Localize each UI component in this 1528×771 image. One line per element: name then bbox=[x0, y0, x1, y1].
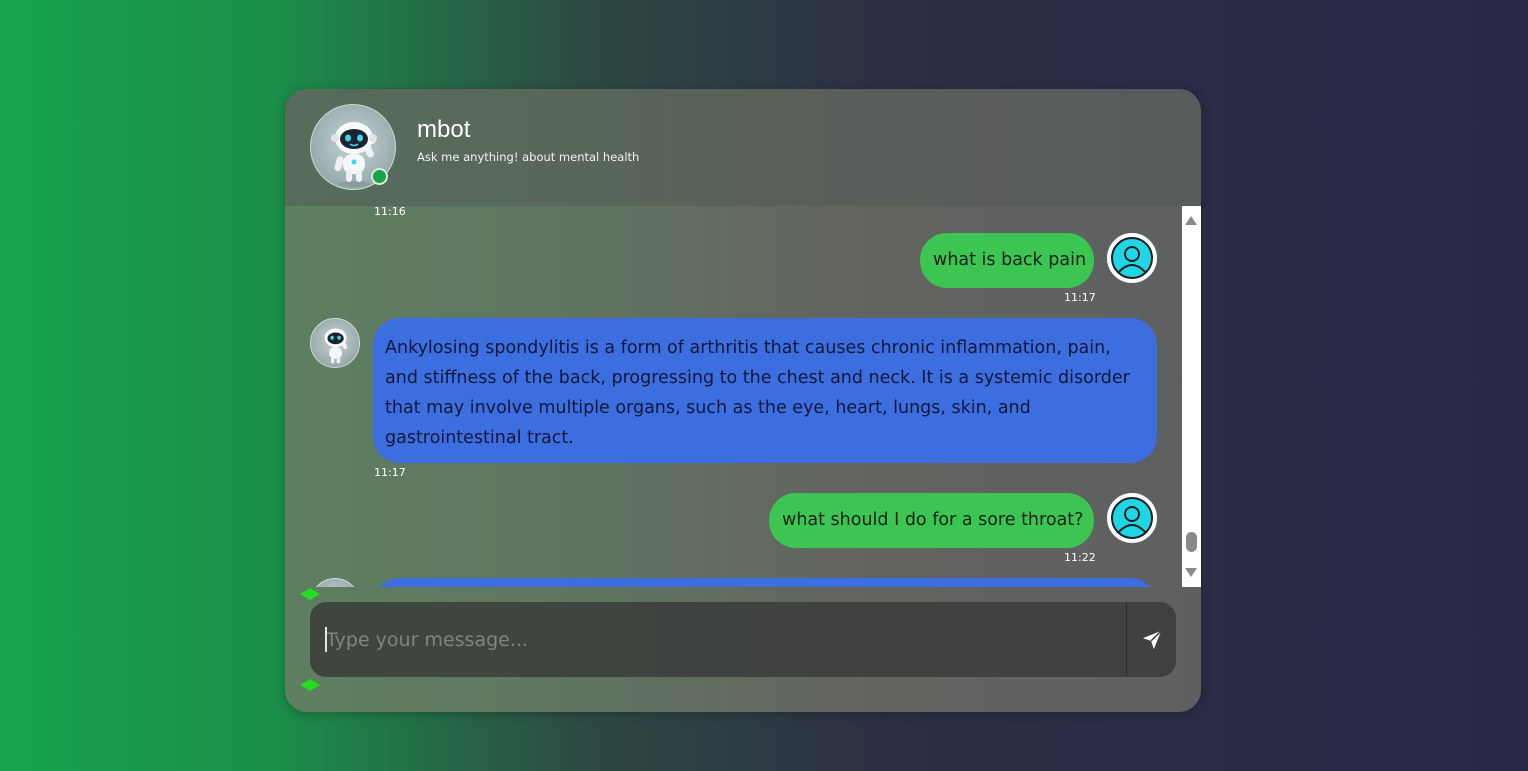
bot-avatar-small bbox=[310, 578, 360, 587]
send-button[interactable] bbox=[1126, 602, 1176, 677]
message-input[interactable] bbox=[310, 602, 1126, 677]
bot-message-partial bbox=[373, 578, 1157, 587]
send-arrow-icon bbox=[1142, 629, 1162, 649]
bot-avatar-small bbox=[310, 318, 360, 368]
user-message: what is back pain bbox=[920, 233, 1094, 288]
scroll-up-arrow-icon[interactable] bbox=[1185, 216, 1197, 225]
message-time: 11:16 bbox=[374, 206, 406, 218]
bot-subtitle: Ask me anything! about mental health bbox=[417, 150, 640, 164]
chat-window: mbot Ask me anything! about mental healt… bbox=[285, 89, 1201, 712]
robot-icon bbox=[324, 328, 348, 364]
user-message: what should I do for a sore throat? bbox=[769, 493, 1094, 548]
online-status-indicator bbox=[371, 168, 388, 185]
user-avatar bbox=[1107, 233, 1157, 283]
scroll-down-arrow-icon[interactable] bbox=[1185, 568, 1197, 577]
chat-header: mbot Ask me anything! about mental healt… bbox=[285, 89, 1201, 206]
bot-name: mbot bbox=[417, 116, 471, 143]
message-time: 11:17 bbox=[1064, 291, 1096, 304]
bot-message: Ankylosing spondylitis is a form of arth… bbox=[373, 318, 1157, 463]
text-caret bbox=[325, 627, 327, 652]
message-composer bbox=[310, 602, 1176, 677]
message-time: 11:17 bbox=[374, 466, 406, 479]
user-avatar bbox=[1107, 493, 1157, 543]
message-scrollbar[interactable] bbox=[1182, 206, 1201, 587]
resize-handle-top-icon[interactable] bbox=[300, 588, 320, 600]
scrollbar-thumb[interactable] bbox=[1186, 532, 1197, 552]
user-icon bbox=[1117, 246, 1147, 274]
message-list[interactable]: 11:16 what is back pain 11:17 Ankylosing… bbox=[285, 206, 1182, 587]
resize-handle-bottom-icon[interactable] bbox=[300, 679, 320, 691]
message-time: 11:22 bbox=[1064, 551, 1096, 564]
user-icon bbox=[1117, 506, 1147, 534]
